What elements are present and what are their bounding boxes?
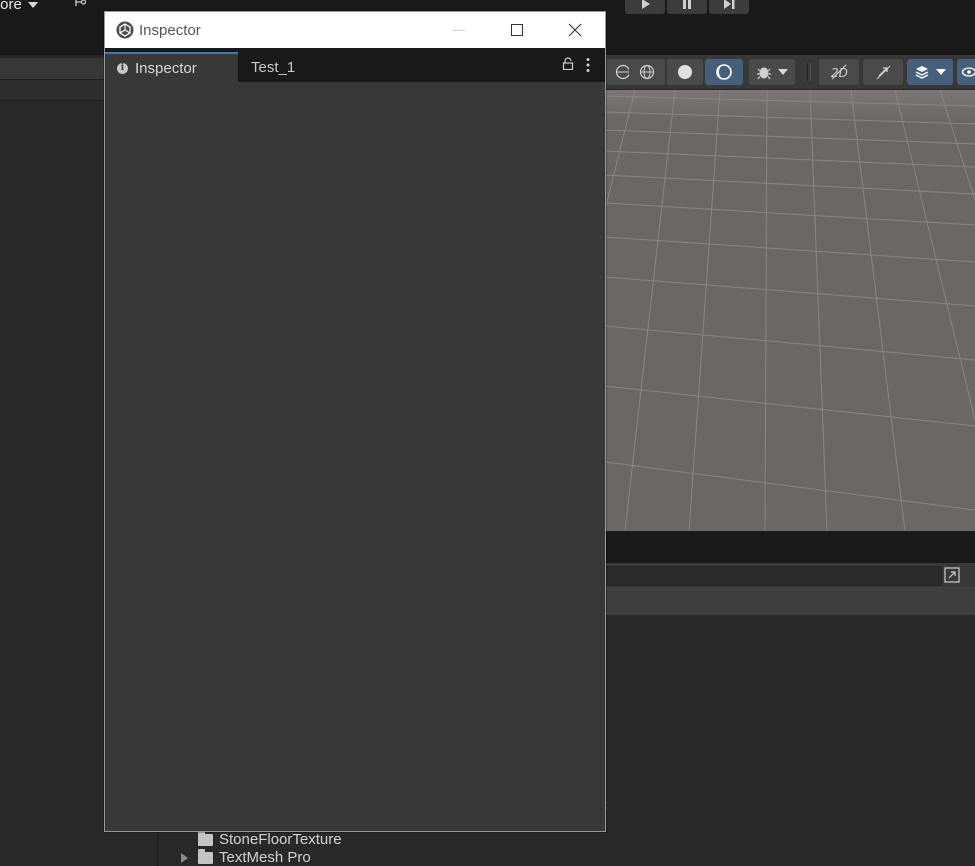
- tab-test-1[interactable]: Test_1: [251, 52, 295, 82]
- close-button[interactable]: [546, 12, 604, 48]
- project-assets-area: [605, 615, 975, 866]
- inspector-window: Inspector i Inspector Test_1: [104, 11, 606, 832]
- chevron-down-icon: [778, 69, 788, 75]
- hierarchy-panel: [0, 55, 105, 866]
- store-menu[interactable]: tore: [0, 0, 38, 13]
- tab-label: Inspector: [135, 59, 197, 77]
- close-icon: [568, 23, 582, 37]
- chevron-down-icon: [936, 69, 946, 75]
- play-icon: [642, 0, 650, 9]
- more-icon[interactable]: [585, 57, 591, 73]
- expand-icon[interactable]: [942, 565, 962, 585]
- branch-icon[interactable]: [68, 0, 88, 10]
- gizmos-debug-button[interactable]: [749, 59, 795, 85]
- project-breadcrumb-bar: [605, 587, 975, 615]
- minimize-icon: [453, 30, 465, 31]
- pause-button[interactable]: [667, 0, 707, 14]
- project-search-bar: [605, 563, 975, 587]
- toolbar-divider: [807, 63, 808, 81]
- light-off-icon: [876, 65, 891, 80]
- globe-icon: [639, 64, 655, 80]
- scene-visibility-button[interactable]: [957, 59, 975, 85]
- pause-icon: [683, 0, 691, 9]
- playback-controls: [625, 0, 749, 14]
- store-menu-label: tore: [0, 0, 22, 13]
- scene-status-bar: [605, 531, 975, 563]
- hierarchy-search-row: [0, 80, 105, 101]
- scene-viewport[interactable]: [605, 90, 975, 531]
- maximize-icon: [511, 24, 523, 36]
- scene-shading-shaded-button[interactable]: [667, 59, 703, 85]
- tree-item-label: TextMesh Pro: [219, 849, 311, 866]
- hierarchy-header: [0, 58, 105, 80]
- 2d-off-icon: 2D: [831, 64, 848, 80]
- toolbar-divider: [810, 63, 811, 81]
- info-icon: i: [117, 62, 128, 74]
- tab-label: Test_1: [251, 58, 296, 76]
- tab-bar: i Inspector Test_1: [105, 48, 605, 82]
- asset-grid-area: [418, 831, 975, 866]
- folder-icon: [198, 830, 213, 846]
- scene-toolbar: 2D: [605, 55, 975, 90]
- inspector-content: [105, 82, 605, 831]
- maximize-button[interactable]: [488, 12, 546, 48]
- eye-icon: [961, 67, 975, 77]
- toggle-2d-button[interactable]: 2D: [819, 59, 859, 85]
- step-icon: [724, 0, 735, 9]
- solid-sphere-icon: [678, 65, 692, 79]
- chevron-down-icon: [27, 1, 38, 8]
- minimize-button[interactable]: [430, 12, 488, 48]
- ground-grid: [605, 90, 975, 531]
- lit-sphere-icon: [716, 64, 732, 80]
- expand-arrow-icon[interactable]: [181, 852, 188, 863]
- project-folder-tree: StoneFloorTexture TextMesh Pro: [157, 830, 419, 866]
- lock-icon[interactable]: [562, 57, 574, 70]
- bug-icon: [757, 67, 771, 80]
- scene-shading-wire-button[interactable]: [629, 59, 665, 85]
- tree-item-textmesh-pro[interactable]: TextMesh Pro: [181, 848, 311, 866]
- window-title: Inspector: [139, 22, 201, 39]
- window-titlebar[interactable]: Inspector: [105, 12, 605, 48]
- tab-inspector[interactable]: i Inspector: [105, 52, 238, 82]
- tree-item-stonefloortexture[interactable]: StoneFloorTexture: [198, 830, 342, 848]
- tree-item-label: StoneFloorTexture: [219, 831, 342, 848]
- layers-visibility-button[interactable]: [907, 59, 953, 85]
- unity-icon: [116, 21, 134, 39]
- scene-shading-lit-button[interactable]: [705, 59, 743, 85]
- layers-icon: [915, 66, 929, 79]
- step-button[interactable]: [709, 0, 749, 14]
- folder-icon: [198, 848, 213, 864]
- play-button[interactable]: [625, 0, 665, 14]
- toggle-lighting-button[interactable]: [863, 59, 903, 85]
- project-search-input[interactable]: [605, 566, 942, 586]
